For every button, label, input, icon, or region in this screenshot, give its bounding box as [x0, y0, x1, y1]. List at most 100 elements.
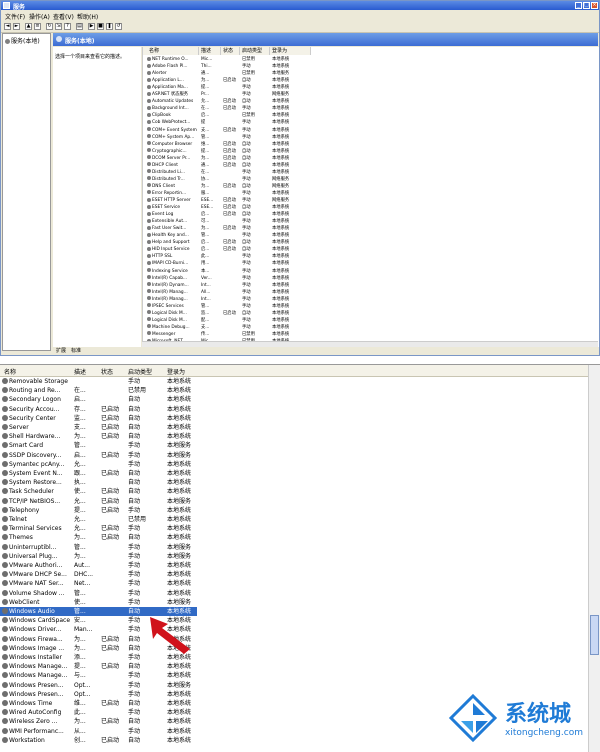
table-row[interactable]: Uninterruptibl... 管... 手动 本地服务 [0, 543, 588, 552]
column-header-logon-as[interactable]: 登录为 [167, 367, 185, 376]
table-row[interactable]: Cryptographic... 提... 已启动 自动 本地系统 [143, 148, 599, 155]
table-row[interactable]: Symantec pcAny... 允... 手动 本地系统 [0, 460, 588, 469]
table-row[interactable]: Windows Manage... 与... 手动 本地系统 [0, 671, 588, 680]
table-row[interactable]: COM+ System Ap... 管... 手动 本地系统 [143, 134, 599, 141]
column-header-startup-type[interactable]: 启动类型 [240, 47, 270, 55]
table-row[interactable]: Computer Browser 维... 已启动 自动 本地系统 [143, 141, 599, 148]
column-header-status[interactable]: 状态 [101, 367, 113, 376]
menu-view[interactable]: 查看(V) [53, 12, 74, 21]
table-row[interactable]: Security Center 监... 已启动 自动 本地系统 [0, 414, 588, 423]
table-row[interactable]: SSDP Discovery... 启... 已启动 手动 本地服务 [0, 451, 588, 460]
table-row[interactable]: Logical Disk M... 配... 手动 本地系统 [143, 317, 599, 324]
back-icon[interactable]: ◄ [4, 23, 11, 30]
table-row[interactable]: Intel(R) Dynam... Int... 手动 本地系统 [143, 282, 599, 289]
help-icon[interactable]: ? [64, 23, 71, 30]
close-icon[interactable]: × [591, 2, 598, 9]
export-icon[interactable]: ⇲ [55, 23, 62, 30]
pause-icon[interactable]: ❚ [106, 23, 113, 30]
table-row[interactable]: Adobe Flash Pl... Thi... 手动 本地系统 [143, 63, 599, 70]
table-row[interactable]: Health Key and... 管... 手动 本地系统 [143, 232, 599, 239]
stop-icon[interactable]: ■ [97, 23, 104, 30]
table-row[interactable]: Intel(R) Manag... Int... 手动 本地系统 [143, 296, 599, 303]
forward-icon[interactable]: ► [13, 23, 20, 30]
table-row[interactable]: Windows Driver... Man... 手动 本地系统 [0, 625, 588, 634]
table-row[interactable]: Machine Debug... 支... 手动 本地系统 [143, 324, 599, 331]
start-icon[interactable]: ▶ [88, 23, 95, 30]
table-row[interactable]: NET Runtime O... Mic... 已禁用 本地系统 [143, 56, 599, 63]
table-row[interactable]: VMware Authori... Aut... 手动 本地系统 [0, 561, 588, 570]
table-row[interactable]: Routing and Re... 在... 已禁用 本地系统 [0, 386, 588, 395]
table-row[interactable]: DHCP Client 通... 已启动 自动 本地系统 [143, 162, 599, 169]
table-row[interactable]: Distributed Tr... 协... 手动 网络服务 [143, 176, 599, 183]
table-row[interactable]: Telnet 允... 已禁用 本地系统 [0, 515, 588, 524]
table-row[interactable]: COM+ Event System 支... 已启动 手动 本地系统 [143, 127, 599, 134]
table-row[interactable]: Distributed Li... 在... 手动 本地系统 [143, 169, 599, 176]
table-row[interactable]: Themes 为... 已启动 自动 本地系统 [0, 533, 588, 542]
table-row[interactable]: Application Ma... 提... 手动 本地系统 [143, 84, 599, 91]
restart-icon[interactable]: ↺ [115, 23, 122, 30]
table-row[interactable]: Application L... 为... 已启动 自动 本地系统 [143, 77, 599, 84]
table-row[interactable]: HID Input Service 启... 已启动 自动 本地系统 [143, 246, 599, 253]
table-row[interactable]: Help and Support 启... 已启动 自动 本地系统 [143, 239, 599, 246]
table-row[interactable]: Task Scheduler 使... 已启动 自动 本地系统 [0, 487, 588, 496]
refresh-icon[interactable]: ↻ [46, 23, 53, 30]
table-row[interactable]: IPSEC Services 管... 手动 本地系统 [143, 303, 599, 310]
table-row[interactable]: Logical Disk M... 监... 已启动 自动 本地系统 [143, 310, 599, 317]
table-row[interactable]: HTTP SSL 此... 手动 本地系统 [143, 253, 599, 260]
table-row[interactable]: Smart Card 管... 手动 本地服务 [0, 441, 588, 450]
column-header-startup-type[interactable]: 启动类型 [128, 367, 152, 376]
column-header-description[interactable]: 描述 [199, 47, 221, 55]
maximize-icon[interactable]: □ [583, 2, 590, 9]
tab-standard[interactable]: 标准 [71, 347, 81, 354]
table-row[interactable]: Telephony 提... 已启动 手动 本地系统 [0, 506, 588, 515]
table-row[interactable]: Windows CardSpace 安... 手动 本地系统 [0, 616, 588, 625]
table-row[interactable]: System Restore... 执... 自动 本地系统 [0, 478, 588, 487]
table-row[interactable]: Error Reportin... 服... 手动 本地系统 [143, 190, 599, 197]
table-row[interactable]: Windows Firewa... 为... 已启动 自动 本地系统 [0, 635, 588, 644]
table-row[interactable]: Security Accou... 存... 已启动 自动 本地系统 [0, 405, 588, 414]
table-row[interactable]: Windows Presen... Opt... 手动 本地服务 [0, 681, 588, 690]
table-row[interactable]: ClipBook 启... 已禁用 本地系统 [143, 112, 599, 119]
table-row[interactable]: Automatic Updates 允... 已启动 自动 本地系统 [143, 98, 599, 105]
table-row[interactable]: DCOM Server Pr... 为... 已启动 自动 本地系统 [143, 155, 599, 162]
column-header-description[interactable]: 描述 [74, 367, 86, 376]
table-row[interactable]: WebClient 使... 手动 本地服务 [0, 598, 588, 607]
column-header-name[interactable]: 名称 [4, 367, 16, 376]
tree-item-services-local[interactable]: 服务(本地) [5, 36, 40, 45]
table-row[interactable]: Fast User Swit... 为... 已启动 手动 本地系统 [143, 225, 599, 232]
table-row[interactable]: System Event N... 跟... 已启动 自动 本地系统 [0, 469, 588, 478]
table-row[interactable]: Shell Hardware... 为... 已启动 自动 本地系统 [0, 432, 588, 441]
table-row[interactable]: Removable Storage 手动 本地系统 [0, 377, 588, 386]
column-header-status[interactable]: 状态 [221, 47, 240, 55]
table-row[interactable]: IMAPI CD-Burni... 用... 手动 本地系统 [143, 260, 599, 267]
table-row[interactable]: Messenger 传... 已禁用 本地系统 [143, 331, 599, 338]
menu-help[interactable]: 帮助(H) [77, 12, 98, 21]
minimize-icon[interactable]: _ [575, 2, 582, 9]
table-row[interactable]: Terminal Services 允... 已启动 手动 本地系统 [0, 524, 588, 533]
table-row[interactable]: Windows Manage... 提... 已启动 自动 本地系统 [0, 662, 588, 671]
table-row[interactable]: DNS Client 为... 已启动 自动 网络服务 [143, 183, 599, 190]
scrollbar-thumb[interactable] [590, 615, 599, 655]
table-row[interactable]: Indexing Service 本... 手动 本地系统 [143, 268, 599, 275]
table-row[interactable]: Cob WebProtect... 提 手动 本地系统 [143, 119, 599, 126]
properties-icon[interactable]: ▤ [76, 23, 83, 30]
table-row[interactable]: Volume Shadow ... 管... 手动 本地系统 [0, 589, 588, 598]
table-row[interactable]: Extensible Aut... 可... 手动 本地系统 [143, 218, 599, 225]
menu-file[interactable]: 文件(F) [5, 12, 25, 21]
menu-action[interactable]: 操作(A) [29, 12, 50, 21]
table-row[interactable]: Intel(R) Capab... Ver... 手动 本地系统 [143, 275, 599, 282]
table-row[interactable]: ESET HTTP Server ESE... 已启动 手动 网络服务 [143, 197, 599, 204]
table-row[interactable]: Event Log 启... 已启动 自动 本地系统 [143, 211, 599, 218]
show-tree-icon[interactable]: ≡ [34, 23, 41, 30]
table-row[interactable]: TCP/IP NetBIOS... 允... 已启动 自动 本地服务 [0, 497, 588, 506]
table-row[interactable]: Windows Installer 添... 手动 本地系统 [0, 653, 588, 662]
table-row[interactable]: Universal Plug... 为... 手动 本地服务 [0, 552, 588, 561]
table-row[interactable]: Background Int... 在... 已启动 手动 本地系统 [143, 105, 599, 112]
column-header-name[interactable]: 名称 [143, 47, 199, 55]
table-row[interactable]: VMware DHCP Se... DHC... 手动 本地系统 [0, 570, 588, 579]
table-row[interactable]: Windows Image ...为...已启动自动本地系统 [0, 644, 588, 653]
column-header-logon-as[interactable]: 登录为 [270, 47, 311, 55]
table-row[interactable]: VMware NAT Ser... Net... 手动 本地系统 [0, 579, 588, 588]
title-bar[interactable]: 服务 _ □ × [1, 1, 599, 11]
tab-extended[interactable]: 扩展 [56, 347, 66, 354]
